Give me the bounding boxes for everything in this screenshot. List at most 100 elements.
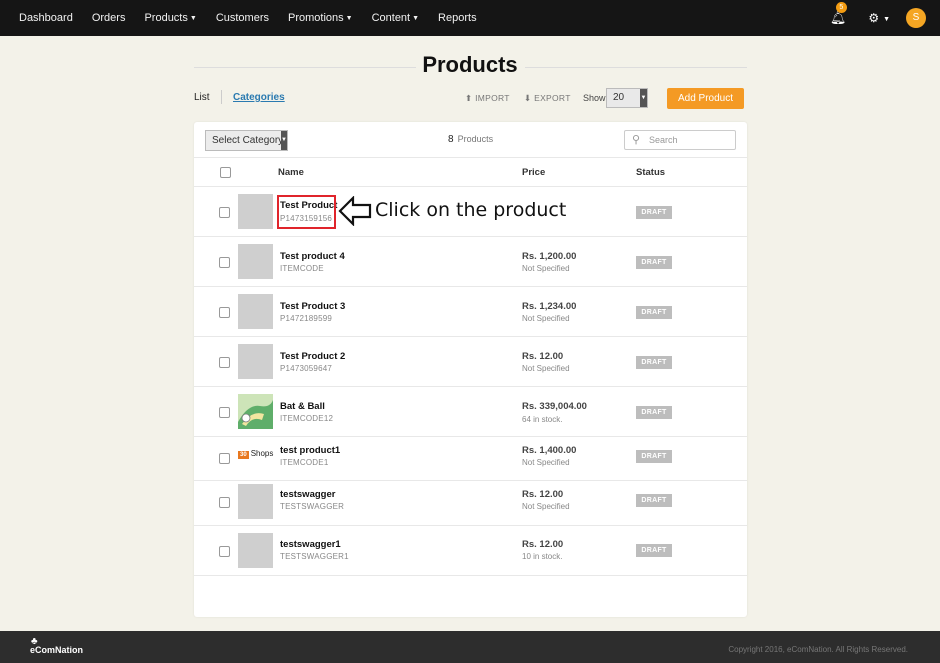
footer-logo[interactable]: eComNation [30, 645, 83, 655]
product-stock: Not Specified [522, 364, 570, 373]
copyright: Copyright 2016, eComNation. All Rights R… [728, 645, 908, 654]
row-checkbox[interactable] [219, 497, 230, 508]
product-price: Rs. 339,004.00 [522, 401, 587, 412]
status-badge: DRAFT [636, 356, 672, 369]
product-name-link[interactable]: Bat & Ball [280, 401, 325, 412]
row-checkbox[interactable] [219, 357, 230, 368]
divider [221, 90, 222, 104]
product-count: 8 Products [448, 134, 494, 145]
search-icon: ⚲ [632, 134, 641, 146]
product-thumbnail [238, 244, 273, 279]
table-row[interactable]: Test Product 3 P1472189599 Rs. 1,234.00 … [194, 287, 747, 337]
product-code: ITEMCODE [280, 264, 324, 273]
row-checkbox[interactable] [219, 307, 230, 318]
table-row[interactable]: Test product 4 ITEMCODE Rs. 1,200.00 Not… [194, 237, 747, 287]
product-stock: Not Specified [522, 314, 570, 323]
footer: ♣ eComNation Copyright 2016, eComNation.… [0, 631, 940, 663]
product-code: TESTSWAGGER1 [280, 552, 349, 561]
product-price: Rs. 12.00 [522, 539, 564, 550]
product-thumbnail [238, 294, 273, 329]
upload-icon: ⬆ [465, 93, 476, 103]
select-all-checkbox[interactable] [220, 167, 231, 178]
product-price: Rs. 1,234.00 [522, 301, 577, 312]
settings-button[interactable]: ⚙ ▼ [868, 11, 890, 25]
search-input[interactable]: ⚲ Search [624, 130, 736, 150]
product-price: Rs. 1,200.00 [522, 251, 577, 262]
product-code: ITEMCODE12 [280, 414, 334, 423]
category-select[interactable]: Select Category ▼ [205, 130, 288, 151]
product-name-link[interactable]: Test Product 3 [280, 301, 345, 312]
avatar[interactable]: S [906, 8, 926, 28]
page-title: Products [422, 52, 518, 77]
download-icon: ⬇ [524, 93, 535, 103]
row-checkbox[interactable] [219, 453, 230, 464]
status-badge: DRAFT [636, 256, 672, 269]
nav-item-orders[interactable]: Orders [92, 12, 126, 24]
notification-badge: 5 [835, 2, 847, 13]
left-arrow-icon [338, 196, 372, 226]
product-code: P1473059647 [280, 364, 333, 373]
product-thumbnail [238, 344, 273, 379]
subheader: List Categories ⬆ IMPORT ⬇ EXPORT Show 2… [194, 88, 747, 110]
notifications-button[interactable]: 🔔︎ 5 [830, 2, 847, 26]
chevron-down-icon: ▼ [640, 89, 647, 107]
row-checkbox[interactable] [219, 407, 230, 418]
row-checkbox[interactable] [219, 207, 230, 218]
product-stock: Not Specified [522, 264, 570, 273]
product-stock: 10 in stock. [522, 552, 563, 561]
product-price: Rs. 12.00 [522, 489, 564, 500]
page-size-select[interactable]: 20 ▼ [606, 88, 648, 108]
nav-item-dashboard[interactable]: Dashboard [19, 12, 73, 24]
chevron-down-icon: ▼ [881, 16, 890, 23]
product-code: P1472189599 [280, 314, 333, 323]
chevron-down-icon: ▼ [412, 15, 420, 22]
column-header-price: Price [522, 167, 546, 178]
export-button[interactable]: ⬇ EXPORT [524, 93, 571, 104]
top-nav: Dashboard Orders Products ▼ Customers Pro… [0, 0, 940, 36]
show-label: Show [583, 93, 606, 103]
product-thumbnail [238, 194, 273, 229]
shops-logo: 30 Shops [238, 449, 274, 459]
product-name-link[interactable]: testswagger1 [280, 539, 341, 550]
chevron-down-icon: ▼ [345, 15, 353, 22]
product-stock: Not Specified [522, 458, 570, 467]
table-row[interactable]: testswagger1 TESTSWAGGER1 Rs. 12.00 10 i… [194, 526, 747, 576]
row-checkbox[interactable] [219, 257, 230, 268]
product-name-link[interactable]: test product1 [280, 445, 340, 456]
status-badge: DRAFT [636, 544, 672, 557]
table-row[interactable]: Test Product 2 P1473059647 Rs. 12.00 Not… [194, 337, 747, 387]
table-row[interactable]: 30 Shops test product1 ITEMCODE1 Rs. 1,40… [194, 437, 747, 481]
product-name-link[interactable]: Test Product 2 [280, 351, 345, 362]
product-code: TESTSWAGGER [280, 502, 345, 511]
product-stock: Not Specified [522, 502, 570, 511]
product-price: Rs. 12.00 [522, 351, 564, 362]
status-badge: DRAFT [636, 494, 672, 507]
list-view-link[interactable]: List [194, 92, 210, 103]
table-header: Name Price Status [194, 158, 747, 187]
gear-icon: ⚙ [868, 11, 880, 25]
add-product-button[interactable]: Add Product [667, 88, 744, 109]
product-name-link[interactable]: testswagger [280, 489, 335, 500]
table-row[interactable]: Bat & Ball ITEMCODE12 Rs. 339,004.00 64 … [194, 387, 747, 437]
nav-item-promotions[interactable]: Promotions ▼ [288, 12, 353, 24]
nav-item-customers[interactable]: Customers [216, 12, 269, 24]
highlight-box [277, 195, 336, 229]
nav-item-products[interactable]: Products ▼ [144, 12, 196, 24]
nav-item-reports[interactable]: Reports [438, 12, 477, 24]
column-header-name: Name [278, 167, 304, 178]
chevron-down-icon: ▼ [281, 131, 287, 150]
row-checkbox[interactable] [219, 546, 230, 557]
product-stock: 64 in stock. [522, 415, 563, 424]
product-image [238, 394, 273, 429]
status-badge: DRAFT [636, 450, 672, 463]
import-button[interactable]: ⬆ IMPORT [465, 93, 510, 104]
table-row[interactable]: testswagger TESTSWAGGER Rs. 12.00 Not Sp… [194, 481, 747, 526]
categories-link[interactable]: Categories [233, 92, 285, 103]
filter-bar: Select Category ▼ 8 Products ⚲ Search [194, 122, 747, 158]
nav-right: 🔔︎ 5 ⚙ ▼ S [830, 0, 926, 36]
product-name-link[interactable]: Test product 4 [280, 251, 345, 262]
nav-item-content[interactable]: Content ▼ [372, 12, 419, 24]
column-header-status: Status [636, 167, 666, 178]
product-code: ITEMCODE1 [280, 458, 329, 467]
status-badge: DRAFT [636, 406, 672, 419]
